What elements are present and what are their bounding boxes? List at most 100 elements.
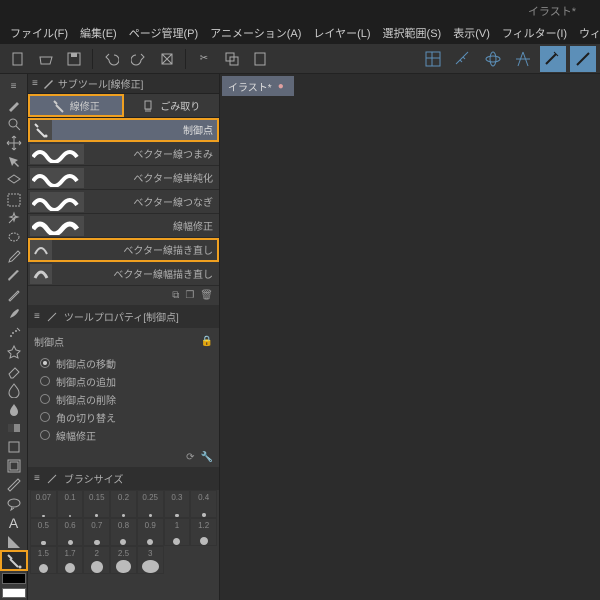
brush-size-cell[interactable]: 0.9	[137, 518, 164, 546]
subtool-vector-pinch[interactable]: ベクター線つまみ	[28, 142, 219, 166]
fg-color-swatch[interactable]	[2, 573, 26, 583]
wave-thumb-icon	[30, 144, 84, 164]
menu-edit[interactable]: 編集(E)	[74, 23, 123, 43]
delete-subtool-icon[interactable]: 🗑	[200, 290, 213, 301]
fill-tool-icon[interactable]	[2, 400, 26, 417]
brush-tool-icon[interactable]	[2, 97, 26, 114]
brush2-tool-icon[interactable]	[2, 306, 26, 323]
snap-angle-icon[interactable]	[570, 46, 596, 72]
frame-tool-icon[interactable]	[2, 457, 26, 474]
brush-size-cell[interactable]: 3	[137, 546, 164, 574]
brush-size-cell[interactable]: 0.4	[190, 490, 217, 518]
subtool-header-label: サブツール[線修正]	[58, 76, 144, 91]
canvas-tab[interactable]: イラスト* ●	[222, 76, 294, 96]
grip-icon[interactable]: ≡	[34, 311, 40, 322]
snap-perspective-icon[interactable]	[480, 46, 506, 72]
brush-size-cell[interactable]: 0.5	[30, 518, 57, 546]
eyedropper-tool-icon[interactable]	[2, 249, 26, 266]
tab-dust-clean[interactable]: ごみ取り	[124, 94, 220, 117]
ruler-tool-icon[interactable]	[2, 476, 26, 493]
lasso-tool-icon[interactable]	[2, 230, 26, 247]
brush-size-cell[interactable]: 0.2	[110, 490, 137, 518]
pen-tool-icon[interactable]	[2, 268, 26, 285]
subtool-vector-connect[interactable]: ベクター線つなぎ	[28, 190, 219, 214]
menu-file[interactable]: ファイル(F)	[4, 23, 74, 43]
brush-size-cell[interactable]: 0.15	[83, 490, 110, 518]
brush-size-cell[interactable]: 1	[164, 518, 191, 546]
lock-icon[interactable]: 🔒	[201, 336, 213, 347]
brush-size-cell[interactable]: 2	[83, 546, 110, 574]
airbrush-tool-icon[interactable]	[2, 325, 26, 342]
wave-thumb-icon	[30, 168, 84, 188]
brush-size-cell[interactable]: 0.25	[137, 490, 164, 518]
menu-filter[interactable]: フィルター(I)	[496, 23, 573, 43]
subtool-vector-simplify[interactable]: ベクター線単純化	[28, 166, 219, 190]
subtool-header-icon	[42, 78, 54, 90]
brush-size-cell[interactable]: 1.5	[30, 546, 57, 574]
brush-size-cell[interactable]: 0.7	[83, 518, 110, 546]
gradient2-tool-icon[interactable]	[2, 533, 26, 550]
snap-line-icon[interactable]	[540, 46, 566, 72]
paste-icon[interactable]	[248, 47, 272, 71]
copy-icon[interactable]	[220, 47, 244, 71]
subtool-vector-redraw[interactable]: ベクター線描き直し	[28, 238, 219, 262]
duplicate-subtool-icon[interactable]: ❐	[185, 290, 194, 301]
text-tool-icon[interactable]: A	[2, 514, 26, 531]
grip-icon[interactable]: ≡	[2, 78, 26, 95]
reset-icon[interactable]: ⟳	[186, 452, 194, 463]
gradient-tool-icon[interactable]	[2, 419, 26, 436]
menu-layer[interactable]: レイヤー(L)	[307, 23, 376, 43]
blend-tool-icon[interactable]	[2, 382, 26, 399]
new-icon[interactable]	[6, 47, 30, 71]
brush-size-cell[interactable]: 0.8	[110, 518, 137, 546]
magnifier-tool-icon[interactable]	[2, 116, 26, 133]
save-icon[interactable]	[62, 47, 86, 71]
brush-size-cell[interactable]: 1.7	[57, 546, 84, 574]
correct-line-tool-icon[interactable]	[2, 552, 26, 569]
opt-corner[interactable]: 角の切り替え	[34, 408, 213, 426]
pencil-tool-icon[interactable]	[2, 287, 26, 304]
wrench-icon[interactable]: 🔧	[201, 452, 213, 463]
snap-grid-icon[interactable]	[420, 46, 446, 72]
opt-add[interactable]: 制御点の追加	[34, 372, 213, 390]
menu-selection[interactable]: 選択範囲(S)	[377, 23, 448, 43]
marquee-tool-icon[interactable]	[2, 192, 26, 209]
grip-icon[interactable]: ≡	[34, 473, 40, 484]
decoration-tool-icon[interactable]	[2, 344, 26, 361]
delete-icon[interactable]	[155, 47, 179, 71]
subtool-vector-width-redraw[interactable]: ベクター線幅描き直し	[28, 262, 219, 286]
cut-icon[interactable]: ✂	[192, 47, 216, 71]
menu-page[interactable]: ページ管理(P)	[123, 23, 204, 43]
open-icon[interactable]	[34, 47, 58, 71]
move-tool-icon[interactable]	[2, 135, 26, 152]
snap-special-icon[interactable]	[510, 46, 536, 72]
bg-color-swatch[interactable]	[2, 588, 26, 598]
balloon-tool-icon[interactable]	[2, 495, 26, 512]
menu-view[interactable]: 表示(V)	[447, 23, 496, 43]
tab-line-correct[interactable]: 線修正	[28, 94, 124, 117]
opt-width[interactable]: 線幅修正	[34, 426, 213, 444]
operation-tool-icon[interactable]	[2, 154, 26, 171]
move-layer-tool-icon[interactable]	[2, 173, 26, 190]
opt-move[interactable]: 制御点の移動	[34, 354, 213, 372]
brush-size-cell[interactable]: 0.3	[164, 490, 191, 518]
canvas-area[interactable]: イラスト* ●	[220, 74, 600, 600]
wand-tool-icon[interactable]	[2, 211, 26, 228]
opt-delete[interactable]: 制御点の削除	[34, 390, 213, 408]
subtool-control-point[interactable]: 制御点	[28, 118, 219, 142]
brush-size-cell[interactable]: 0.6	[57, 518, 84, 546]
redo-icon[interactable]	[127, 47, 151, 71]
add-subtool-icon[interactable]: ⧉	[172, 290, 179, 301]
subtool-line-width[interactable]: 線幅修正	[28, 214, 219, 238]
menu-window[interactable]: ウィンドウ(W)	[573, 23, 600, 43]
brush-size-cell[interactable]: 2.5	[110, 546, 137, 574]
undo-icon[interactable]	[99, 47, 123, 71]
figure-tool-icon[interactable]	[2, 438, 26, 455]
brush-size-cell[interactable]: 1.2	[190, 518, 217, 546]
eraser-tool-icon[interactable]	[2, 363, 26, 380]
grip-icon[interactable]: ≡	[32, 78, 38, 89]
brush-size-cell[interactable]: 0.07	[30, 490, 57, 518]
snap-ruler-icon[interactable]	[450, 46, 476, 72]
menu-animation[interactable]: アニメーション(A)	[204, 23, 307, 43]
brush-size-cell[interactable]: 0.1	[57, 490, 84, 518]
